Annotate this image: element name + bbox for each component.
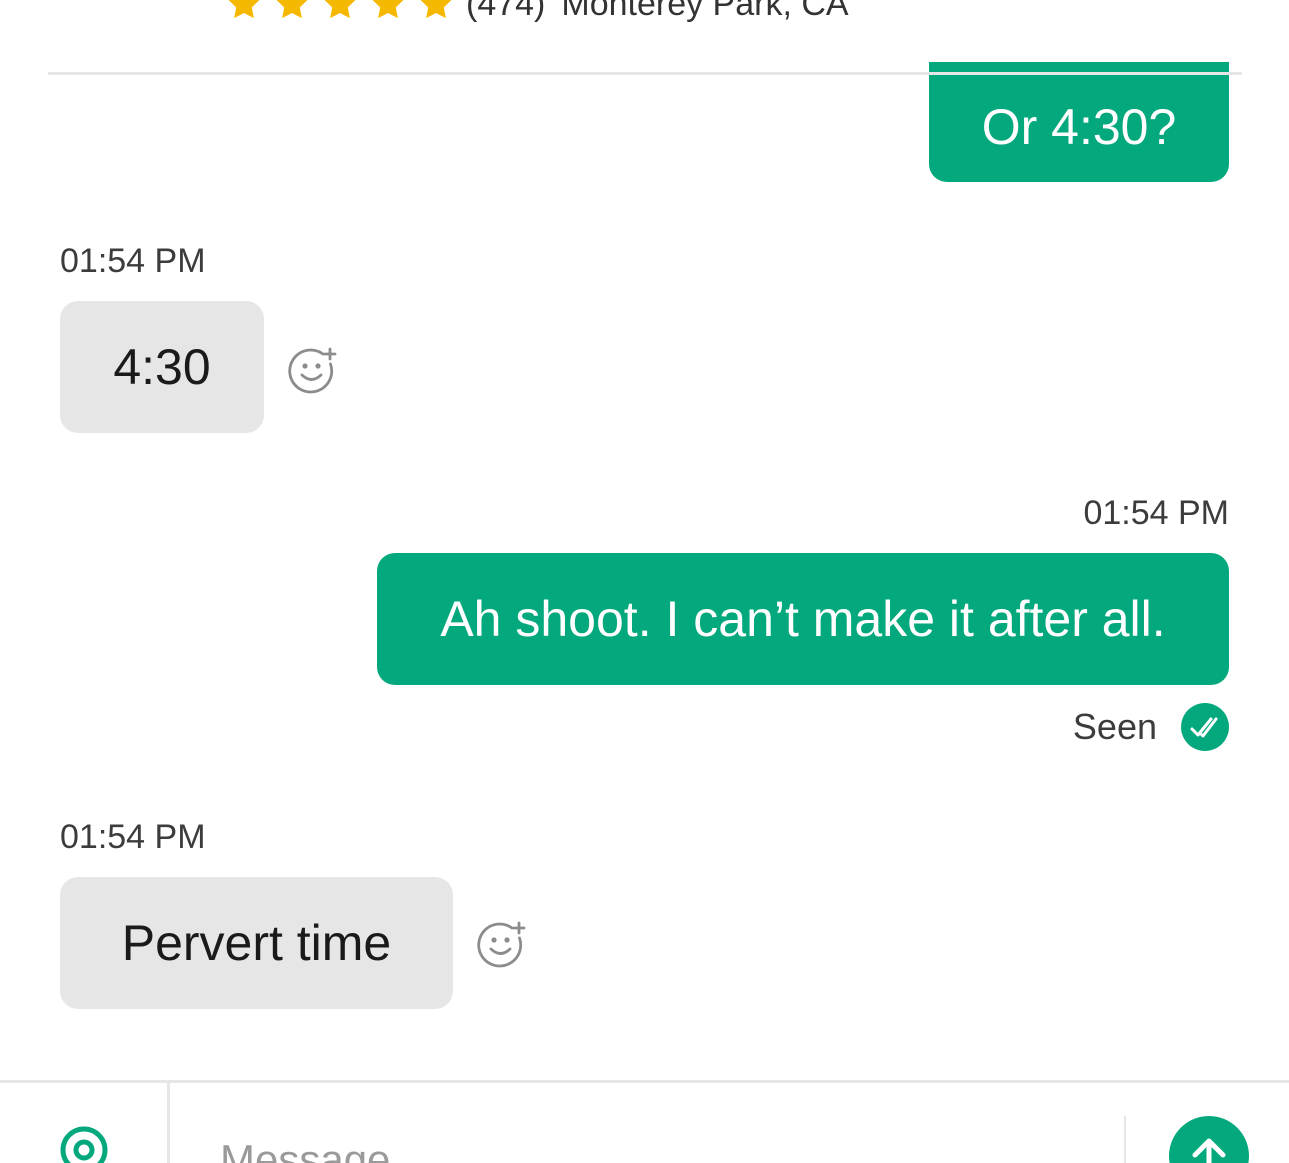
composer-separator	[1124, 1116, 1126, 1163]
message-text: Or 4:30?	[981, 99, 1177, 155]
outgoing-message-bubble[interactable]: Or 4:30?	[929, 62, 1229, 182]
provider-location: Monterey Park, CA	[561, 0, 849, 23]
outgoing-message-bubble[interactable]: Ah shoot. I can’t make it after all.	[377, 553, 1229, 685]
message-input[interactable]	[220, 1130, 1100, 1163]
incoming-message-bubble[interactable]: Pervert time	[60, 877, 453, 1009]
rating-count: (474)	[466, 0, 546, 23]
incoming-message-bubble[interactable]: 4:30	[60, 301, 264, 433]
message-timestamp: 01:54 PM	[60, 242, 206, 280]
arrow-up-icon	[1192, 1138, 1226, 1163]
send-button[interactable]	[1169, 1116, 1249, 1163]
star-icon	[368, 0, 408, 24]
location-pin-icon	[58, 1124, 110, 1163]
message-text: Pervert time	[121, 915, 392, 971]
provider-header: (474) Monterey Park, CA	[224, 0, 849, 24]
read-receipt: Seen	[1073, 703, 1229, 751]
composer-divider	[0, 1080, 1289, 1083]
share-location-button[interactable]	[58, 1124, 110, 1163]
rating-stars	[224, 0, 464, 24]
star-icon	[272, 0, 312, 24]
message-text: Ah shoot. I can’t make it after all.	[440, 591, 1166, 647]
seen-label: Seen	[1072, 706, 1157, 747]
chat-screen: (474) Monterey Park, CA Or 4:30? 01:54 P…	[0, 0, 1289, 1163]
composer-separator	[167, 1083, 170, 1163]
double-check-icon	[1181, 703, 1229, 751]
star-icon	[224, 0, 264, 24]
star-icon	[416, 0, 456, 24]
message-text: 4:30	[113, 339, 211, 395]
star-icon	[320, 0, 360, 24]
message-timestamp: 01:54 PM	[1083, 494, 1229, 532]
message-timestamp: 01:54 PM	[60, 818, 206, 856]
add-reaction-icon[interactable]	[287, 345, 337, 395]
add-reaction-icon[interactable]	[476, 919, 526, 969]
header-divider-overlay	[48, 72, 1242, 75]
